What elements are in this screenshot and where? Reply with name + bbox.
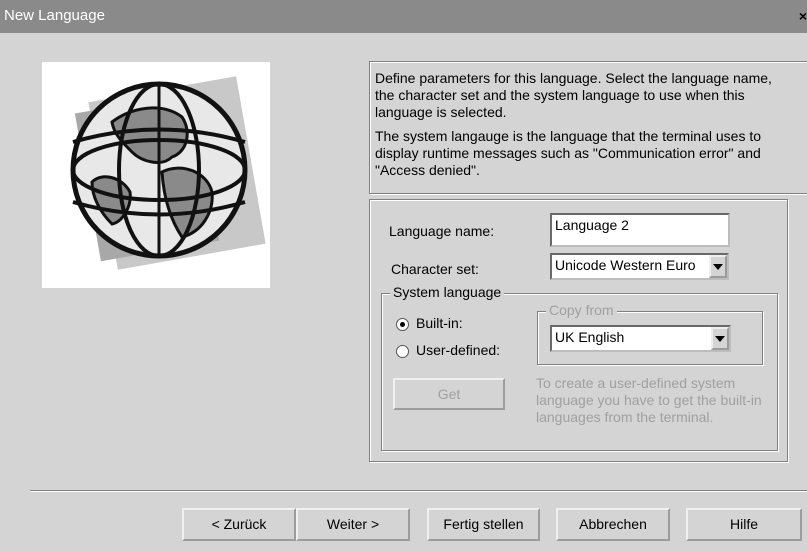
user-defined-label: User-defined: xyxy=(416,342,501,358)
description-box: Define parameters for this language. Sel… xyxy=(369,61,807,194)
cancel-button[interactable]: Abbrechen xyxy=(556,508,670,541)
close-icon[interactable]: × xyxy=(799,8,807,24)
builtin-radio[interactable]: Built-in: xyxy=(396,315,463,331)
language-name-input[interactable]: Language 2 xyxy=(550,213,730,247)
user-defined-radio[interactable]: User-defined: xyxy=(396,342,500,358)
globe-image xyxy=(70,76,266,270)
get-hint-text: To create a user-defined system language… xyxy=(536,375,762,425)
builtin-label: Built-in: xyxy=(416,315,463,331)
title-bar: New Language × xyxy=(0,0,807,33)
chevron-down-icon[interactable] xyxy=(709,255,727,278)
get-button[interactable]: Get xyxy=(393,378,505,410)
footer-separator xyxy=(30,490,807,492)
character-set-value: Unicode Western Euro xyxy=(555,257,696,273)
back-button[interactable]: < Zurück xyxy=(182,508,296,541)
next-button[interactable]: Weiter > xyxy=(296,508,410,541)
description-paragraph-2: The system langauge is the language that… xyxy=(375,128,762,178)
window-title: New Language xyxy=(4,7,105,24)
chevron-down-icon[interactable] xyxy=(711,327,729,350)
copy-from-legend: Copy from xyxy=(546,302,617,318)
help-button[interactable]: Hilfe xyxy=(686,508,802,541)
user-defined-radio-button[interactable] xyxy=(396,344,409,358)
finish-button[interactable]: Fertig stellen xyxy=(427,508,540,541)
copy-from-value: UK English xyxy=(555,329,625,345)
copy-from-select[interactable]: UK English xyxy=(550,325,731,352)
description-paragraph-1: Define parameters for this language. Sel… xyxy=(375,70,772,120)
character-set-label: Character set: xyxy=(391,261,479,277)
builtin-radio-button[interactable] xyxy=(396,317,409,331)
character-set-select[interactable]: Unicode Western Euro xyxy=(550,253,729,280)
globe-image-panel xyxy=(42,62,270,288)
language-name-label: Language name: xyxy=(389,223,495,239)
system-language-legend: System language xyxy=(390,284,505,300)
